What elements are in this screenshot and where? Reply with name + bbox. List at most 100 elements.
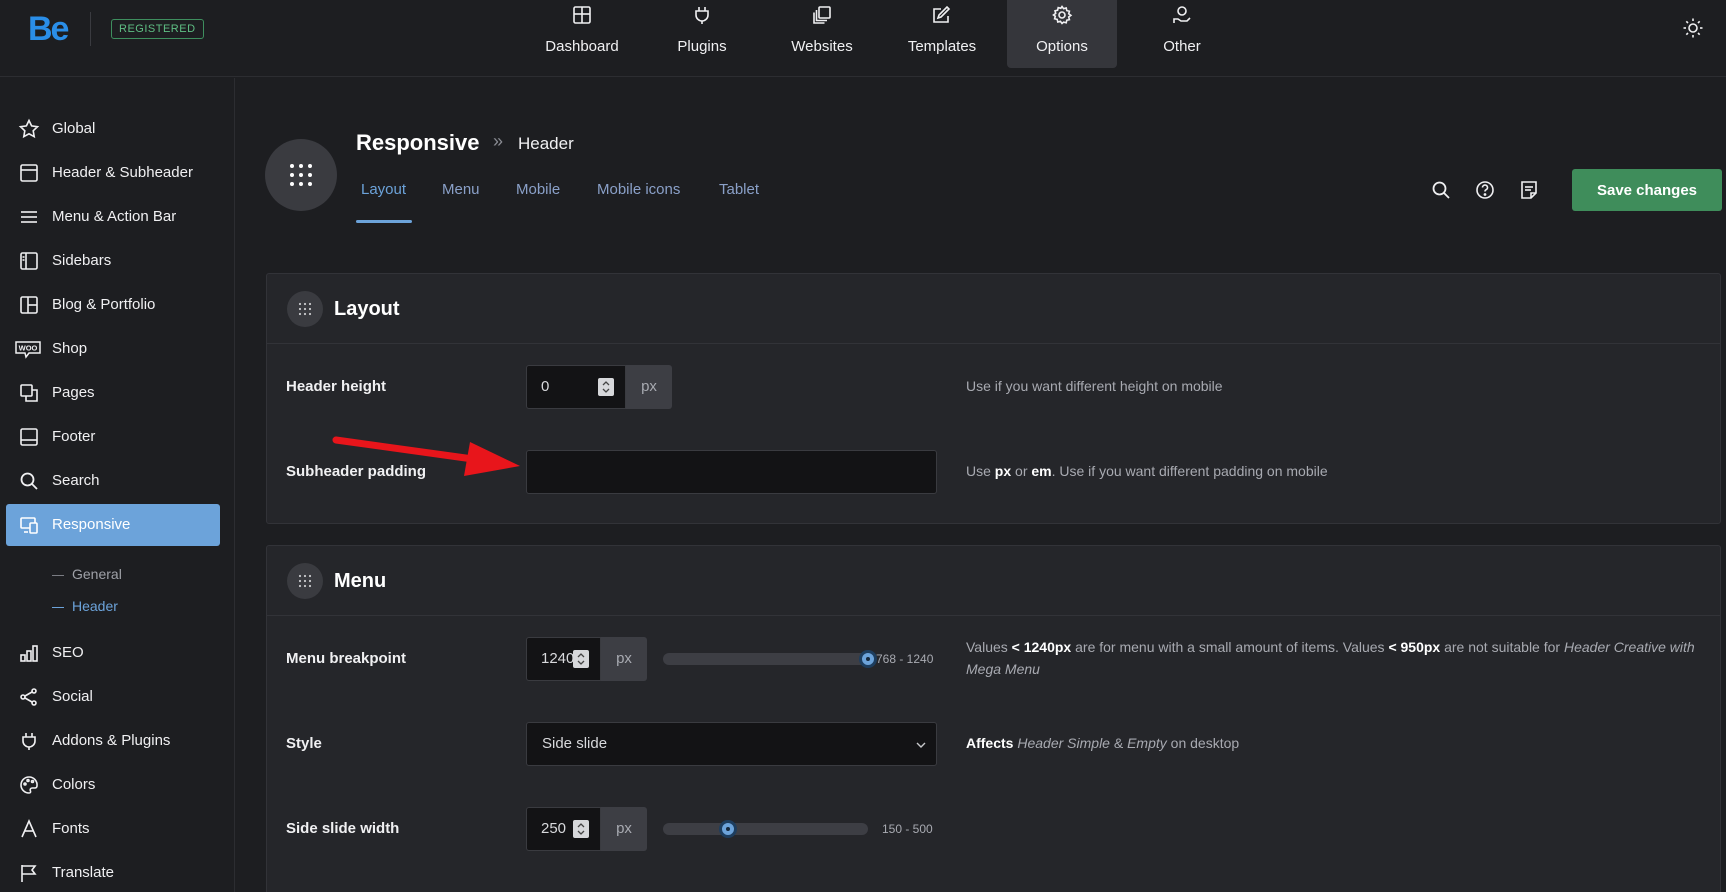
registered-badge: REGISTERED (111, 19, 204, 39)
sidebar-subitem-header[interactable]: Header (52, 598, 118, 614)
page-title: Responsive (356, 130, 480, 155)
sidebar-item-responsive[interactable]: Responsive (6, 504, 220, 546)
sidebar-item-label: Header & Subheader (52, 164, 193, 181)
subitem-label: General (72, 566, 122, 582)
unit-label: px (601, 807, 647, 851)
menu-breakpoint-description: Values < 1240px are for menu with a smal… (966, 639, 1695, 677)
sidebar-item-addons-plugins[interactable]: Addons & Plugins (6, 720, 220, 762)
tab-tablet[interactable]: Tablet (719, 181, 759, 198)
menu-lines-icon (21, 211, 37, 223)
sidebar-item-fonts[interactable]: Fonts (6, 808, 220, 850)
unit-label: px (601, 637, 647, 681)
subheader-padding-description: Use px or em. Use if you want different … (966, 463, 1328, 479)
font-icon (21, 819, 37, 838)
topnav-options[interactable]: Options (1007, 0, 1117, 68)
sidebar-item-label: Social (52, 688, 93, 705)
tab-layout[interactable]: Layout (361, 181, 406, 198)
sidebar-item-footer[interactable]: Footer (6, 416, 220, 458)
notes-icon[interactable] (1518, 179, 1540, 201)
topnav-dashboard[interactable]: Dashboard (537, 0, 627, 68)
dash-icon (52, 574, 64, 576)
search-icon (20, 472, 38, 490)
sun-icon[interactable] (1682, 17, 1704, 39)
sidebar-item-social[interactable]: Social (6, 676, 220, 718)
topnav-websites[interactable]: Websites (777, 0, 867, 68)
dashboard-icon (573, 6, 591, 24)
star-icon (18, 118, 40, 139)
topnav-label: Plugins (677, 38, 727, 55)
tab-mobile[interactable]: Mobile (516, 181, 560, 198)
sidebar-item-label: Footer (52, 428, 96, 445)
sidebar-item-search[interactable]: Search (6, 460, 220, 502)
sidebar-item-colors[interactable]: Colors (6, 764, 220, 806)
sidebar-item-label: Responsive (52, 516, 131, 533)
sidebar-item-seo[interactable]: SEO (6, 632, 220, 674)
search-icon[interactable] (1430, 179, 1452, 201)
sidebar-item-shop[interactable]: WOO Shop (6, 328, 220, 370)
responsive-icon (20, 517, 38, 534)
menu-panel: Menu (266, 545, 1721, 892)
be-logo[interactable]: Be (28, 10, 69, 49)
grid-dots-icon (298, 302, 312, 316)
flag-icon (21, 865, 37, 882)
logo-divider (90, 12, 91, 46)
sidebar-icon (20, 252, 38, 270)
slider-handle[interactable] (719, 820, 737, 838)
footer-icon (20, 428, 38, 446)
sidebar-item-menu-action-bar[interactable]: Menu & Action Bar (6, 196, 220, 238)
sidebar-item-blog-portfolio[interactable]: Blog & Portfolio (6, 284, 220, 326)
topnav-plugins[interactable]: Plugins (657, 0, 747, 68)
plug-icon (695, 7, 709, 24)
unit-label: px (626, 365, 672, 409)
sidebar-item-global[interactable]: Global (6, 108, 220, 150)
select-value: Side slide (542, 735, 608, 752)
panel-icon (287, 563, 323, 599)
sidebar-item-label: Menu & Action Bar (52, 208, 177, 225)
help-icon[interactable] (1474, 179, 1496, 201)
bar-chart-icon (20, 645, 38, 662)
style-label: Style (286, 735, 322, 752)
topnav-templates[interactable]: Templates (897, 0, 987, 68)
topnav-label: Templates (907, 38, 977, 55)
slider-handle[interactable] (859, 650, 877, 668)
stepper-icon[interactable] (598, 378, 614, 396)
header-height-description: Use if you want different height on mobi… (966, 378, 1223, 394)
sidebar-subitem-general[interactable]: General (52, 566, 122, 582)
stepper-icon[interactable] (573, 650, 589, 668)
sidebar-item-label: Shop (52, 340, 88, 357)
topnav-other[interactable]: Other (1137, 0, 1227, 68)
blog-icon (20, 296, 38, 314)
header-height-input[interactable]: 0 (526, 365, 626, 409)
top-bar: Be REGISTERED Dashboard Plugins Websites… (0, 0, 1726, 77)
header-icon (20, 164, 38, 182)
sidebar-item-label: Pages (52, 384, 95, 401)
grid-dots-icon (290, 164, 312, 186)
sidebar-item-pages[interactable]: Pages (6, 372, 220, 414)
sidebar-item-translate[interactable]: Translate (6, 852, 220, 892)
range-label: 768 - 1240 (876, 652, 934, 666)
breadcrumb: Header (518, 134, 574, 153)
tab-mobile-icons[interactable]: Mobile icons (597, 181, 680, 198)
sidebar-item-sidebars[interactable]: Sidebars (6, 240, 220, 282)
side-slide-width-label: Side slide width (286, 820, 400, 837)
menu-breakpoint-input[interactable]: 1240 (526, 637, 601, 681)
templates-icon (933, 5, 951, 23)
panel-title: Layout (334, 298, 400, 320)
style-select[interactable]: Side slide (526, 722, 937, 766)
menu-breakpoint-label: Menu breakpoint (286, 650, 407, 667)
share-icon (20, 688, 37, 706)
save-changes-button[interactable]: Save changes (1572, 169, 1722, 211)
side-slide-width-slider[interactable] (663, 823, 868, 835)
page-icon (265, 139, 337, 211)
options-sidebar: Global Header & Subheader Menu & Action … (0, 78, 235, 892)
stepper-icon[interactable] (573, 820, 589, 838)
plug-icon (22, 733, 36, 750)
topnav-label: Other (1163, 38, 1201, 55)
subheader-padding-input[interactable] (526, 450, 937, 494)
side-slide-width-input[interactable]: 250 (526, 807, 601, 851)
input-value: 0 (541, 378, 550, 395)
sidebar-item-header-subheader[interactable]: Header & Subheader (6, 152, 220, 194)
tab-menu[interactable]: Menu (442, 181, 480, 198)
sidebar-item-label: SEO (52, 644, 84, 661)
menu-breakpoint-slider[interactable] (663, 653, 868, 665)
